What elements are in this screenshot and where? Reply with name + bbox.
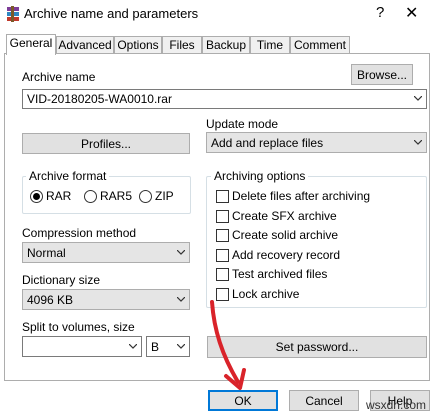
split-unit-select[interactable]: B bbox=[146, 336, 190, 357]
title-bar: Archive name and parameters ? ✕ bbox=[0, 0, 434, 30]
help-icon[interactable]: ? bbox=[376, 4, 384, 21]
dictionary-size-select[interactable]: 4096 KB bbox=[22, 289, 190, 310]
radio-rar5[interactable] bbox=[84, 190, 97, 203]
chevron-down-icon bbox=[177, 296, 185, 302]
radio-rar[interactable] bbox=[30, 190, 43, 203]
radio-zip-label: ZIP bbox=[155, 189, 174, 203]
compression-method-value: Normal bbox=[27, 245, 66, 260]
browse-button[interactable]: Browse... bbox=[351, 64, 413, 85]
archive-name-value: VID-20180205-WA0010.rar bbox=[27, 92, 172, 106]
checkbox-delete-files[interactable] bbox=[216, 190, 229, 203]
window-title: Archive name and parameters bbox=[24, 6, 199, 21]
radio-rar5-label: RAR5 bbox=[100, 189, 133, 203]
archive-format-title: Archive format bbox=[26, 169, 110, 183]
chevron-down-icon[interactable] bbox=[414, 96, 422, 101]
archive-name-label: Archive name bbox=[22, 70, 96, 84]
tab-files[interactable]: Files bbox=[162, 36, 202, 53]
checkbox-solid-archive-label: Create solid archive bbox=[232, 228, 339, 242]
chevron-down-icon bbox=[414, 139, 422, 145]
annotation-arrow bbox=[210, 300, 246, 390]
chevron-down-icon[interactable] bbox=[129, 343, 137, 349]
winrar-icon bbox=[7, 6, 19, 22]
close-icon[interactable]: ✕ bbox=[405, 3, 418, 23]
split-volumes-label: Split to volumes, size bbox=[22, 320, 135, 334]
tab-advanced[interactable]: Advanced bbox=[56, 36, 114, 53]
checkbox-recovery-record-label: Add recovery record bbox=[232, 248, 341, 262]
checkbox-test-files[interactable] bbox=[216, 268, 229, 281]
tab-comment[interactable]: Comment bbox=[290, 36, 350, 53]
checkbox-create-sfx-label: Create SFX archive bbox=[232, 209, 337, 223]
chevron-down-icon bbox=[177, 343, 185, 349]
tab-time[interactable]: Time bbox=[250, 36, 290, 53]
chevron-down-icon bbox=[177, 249, 185, 255]
tab-backup[interactable]: Backup bbox=[202, 36, 250, 53]
compression-method-label: Compression method bbox=[22, 226, 137, 240]
checkbox-recovery-record[interactable] bbox=[216, 249, 229, 262]
checkbox-solid-archive[interactable] bbox=[216, 229, 229, 242]
checkbox-lock-archive-label: Lock archive bbox=[232, 287, 300, 301]
checkbox-test-files-label: Test archived files bbox=[232, 267, 328, 281]
split-volumes-input[interactable] bbox=[22, 336, 142, 357]
watermark: wsxdn.com bbox=[365, 398, 426, 412]
update-mode-value: Add and replace files bbox=[211, 135, 324, 150]
compression-method-select[interactable]: Normal bbox=[22, 242, 190, 263]
checkbox-delete-files-label: Delete files after archiving bbox=[232, 189, 371, 203]
dictionary-size-value: 4096 KB bbox=[27, 292, 74, 307]
tab-options[interactable]: Options bbox=[114, 36, 162, 53]
radio-rar-label: RAR bbox=[46, 189, 72, 203]
update-mode-label: Update mode bbox=[206, 117, 279, 131]
tab-general[interactable]: General bbox=[6, 34, 56, 55]
cancel-button[interactable]: Cancel bbox=[289, 390, 359, 411]
archiving-options-title: Archiving options bbox=[211, 169, 309, 183]
update-mode-select[interactable]: Add and replace files bbox=[206, 132, 427, 153]
dictionary-size-label: Dictionary size bbox=[22, 273, 101, 287]
archive-name-input[interactable]: VID-20180205-WA0010.rar bbox=[22, 89, 427, 109]
split-unit-value: B bbox=[151, 339, 160, 354]
radio-zip[interactable] bbox=[139, 190, 152, 203]
profiles-button[interactable]: Profiles... bbox=[22, 133, 190, 154]
checkbox-create-sfx[interactable] bbox=[216, 210, 229, 223]
